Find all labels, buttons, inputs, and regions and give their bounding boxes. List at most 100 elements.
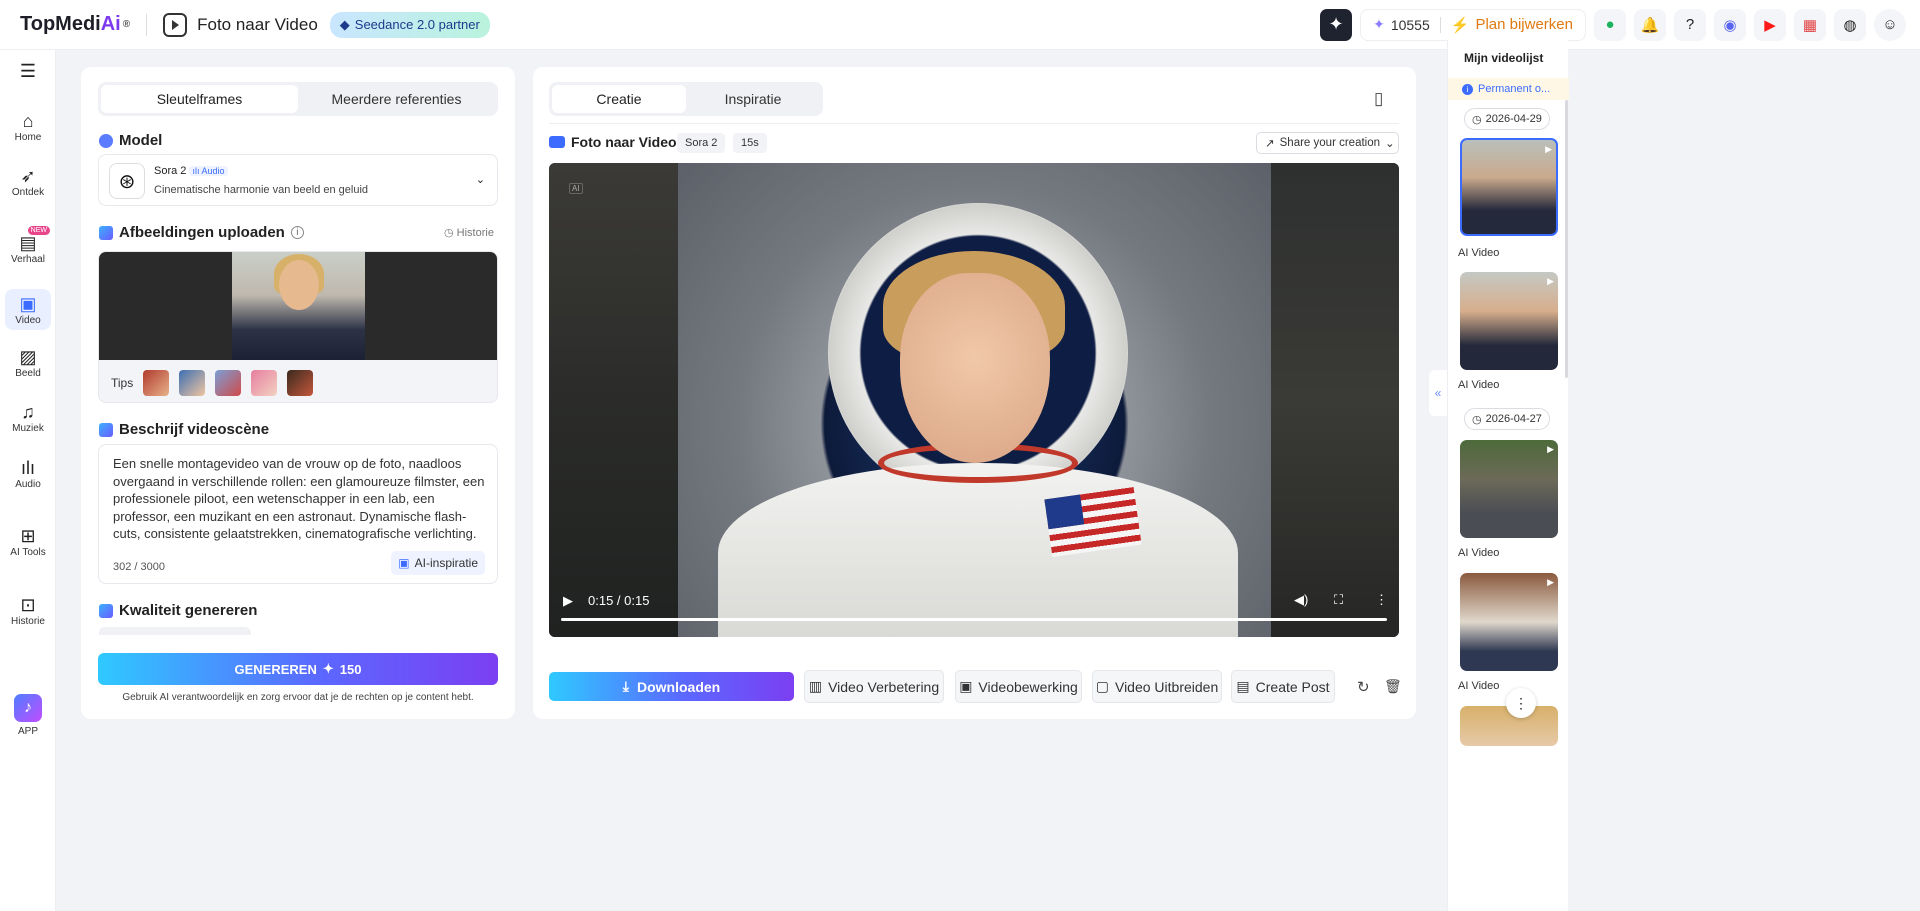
help-icon[interactable]: ? <box>1674 8 1706 41</box>
video-thumbnail[interactable]: ▶ <box>1460 138 1558 236</box>
download-button[interactable]: ⤓ Downloaden <box>549 672 794 701</box>
info-icon[interactable]: i <box>290 226 304 239</box>
permanent-notice[interactable]: i Permanent o... <box>1448 78 1569 100</box>
history-link[interactable]: ◷ Historie <box>444 226 494 239</box>
share-icon: ↗ <box>1265 138 1275 150</box>
volume-icon[interactable]: ◀) <box>1294 592 1308 608</box>
collapse-panel-icon[interactable]: « <box>1429 370 1447 416</box>
sidebar-item-verhaal[interactable]: NEW ▤ Verhaal <box>0 226 56 265</box>
video-enhance-button[interactable]: ▥ Video Verbetering <box>804 670 944 703</box>
ai-icon: ▣ <box>398 556 410 570</box>
sidebar-item-audio[interactable]: ılı Audio <box>0 457 56 490</box>
video-section-title: Foto naar Video <box>571 134 677 150</box>
video-thumbnail[interactable]: ▶ <box>1460 573 1558 671</box>
scrollbar[interactable] <box>1565 100 1568 378</box>
tab-creatie[interactable]: Creatie <box>552 85 686 113</box>
tip-thumbnail[interactable] <box>143 370 170 396</box>
create-post-button[interactable]: ▤ Create Post <box>1231 670 1335 703</box>
share-dropdown[interactable]: ↗ Share your creation ⌄ <box>1256 132 1399 154</box>
progress-bar[interactable] <box>561 618 1387 621</box>
fullscreen-icon[interactable]: ⛶ <box>1334 592 1343 608</box>
sidebar-item-home[interactable]: ⌂ Home <box>0 110 56 143</box>
notice-text: Permanent o... <box>1478 83 1551 95</box>
video-list-title: Mijn videolijst <box>1464 51 1544 65</box>
upgrade-plan-link[interactable]: Plan bijwerken <box>1475 16 1573 33</box>
sidebar-item-ai-tools[interactable]: ⊞ AI Tools <box>0 525 56 558</box>
video-edit-button[interactable]: ▣ Videobewerking <box>955 670 1082 703</box>
sidebar-item-historie[interactable]: ⊡ Historie <box>0 594 56 627</box>
blurred-background-right <box>1271 163 1399 637</box>
sidebar-item-app[interactable]: ♪ APP <box>0 694 56 737</box>
video-thumbnail[interactable]: ▶ <box>1460 272 1558 370</box>
sidebar-toggle[interactable]: ☰ <box>0 60 56 82</box>
discount-icon[interactable]: ● <box>1594 8 1626 41</box>
enhance-icon: ▥ <box>808 678 823 694</box>
scene-heading: Beschrijf videoscène <box>99 421 269 438</box>
delete-icon[interactable]: 🗑 <box>1384 678 1402 695</box>
logo-reg: ® <box>122 19 131 30</box>
play-icon: ▶ <box>1547 276 1554 286</box>
credits-widget[interactable]: ✦ 10555 ⚡ Plan bijwerken <box>1360 8 1586 41</box>
sidebar-item-label: Beeld <box>15 368 41 379</box>
clock-icon: ◷ <box>1472 413 1482 426</box>
logo[interactable]: TopMedi Ai ® <box>20 13 130 36</box>
model-name: Sora 2 <box>154 165 187 177</box>
tab-meerdere-referenties[interactable]: Meerdere referenties <box>298 85 495 113</box>
divider <box>146 13 148 36</box>
edit-icon <box>99 422 113 437</box>
tab-inspiratie[interactable]: Inspiratie <box>686 85 820 113</box>
sparkle-icon[interactable]: ✦ <box>1320 8 1353 41</box>
language-icon[interactable]: ◍ <box>1834 8 1866 41</box>
model-icon <box>99 133 113 148</box>
clock-icon: ◷ <box>1472 113 1482 126</box>
calendar-icon[interactable]: ▦ <box>1794 8 1826 41</box>
avatar[interactable]: ☺ <box>1874 8 1906 41</box>
prompt-text[interactable]: Een snelle montagevideo van de vrouw op … <box>113 455 485 543</box>
model-selector[interactable]: ⊛ Sora 2 ılı Audio Cinematische harmonie… <box>98 154 498 206</box>
sidebar-item-beeld[interactable]: ▨ Beeld <box>0 346 56 379</box>
ai-inspiration-button[interactable]: ▣ AI-inspiratie <box>391 551 485 575</box>
tip-thumbnail[interactable] <box>287 370 314 396</box>
quality-selector[interactable] <box>99 627 251 635</box>
upload-title: Afbeeldingen uploaden <box>119 224 285 241</box>
generate-button[interactable]: GENEREREN ✦ 150 <box>98 653 498 685</box>
edit-video-icon: ▣ <box>959 678 973 694</box>
video-label: AI Video <box>1458 379 1500 391</box>
video-player[interactable]: AI ▶ 0:15 / 0:15 ◀) ⛶ ⋮ <box>549 163 1399 637</box>
date-chip: ◷ 2026-04-29 <box>1464 108 1550 130</box>
more-options-icon[interactable]: ⋮ <box>1506 688 1536 718</box>
quality-title: Kwaliteit genereren <box>119 602 258 619</box>
sidebar-item-video[interactable]: ▣ Video <box>5 289 51 330</box>
action-label: Videobewerking <box>978 678 1078 695</box>
tab-sleutelframes[interactable]: Sleutelframes <box>101 85 298 113</box>
partner-badge[interactable]: ◆ Seedance 2.0 partner <box>329 11 490 38</box>
video-thumbnail[interactable]: ▶ <box>1460 440 1558 538</box>
tip-thumbnail[interactable] <box>251 370 278 396</box>
app-icon: ♪ <box>14 694 42 722</box>
tip-thumbnail[interactable] <box>179 370 206 396</box>
download-label: Downloaden <box>636 678 721 695</box>
document-icon[interactable]: ▯ <box>1374 89 1383 109</box>
ai-watermark: AI <box>569 183 583 194</box>
play-icon[interactable]: ▶ <box>563 593 573 609</box>
sidebar-item-muziek[interactable]: ♫ Muziek <box>0 401 56 434</box>
bell-icon[interactable]: 🔔 <box>1634 8 1666 41</box>
discord-icon[interactable]: ◉ <box>1714 8 1746 41</box>
upload-area[interactable]: Tips <box>98 251 498 403</box>
sparkle-icon: ✦ <box>322 661 334 676</box>
prompt-textarea[interactable]: Een snelle montagevideo van de vrouw op … <box>98 444 498 584</box>
duration-chip: 15s <box>733 133 767 153</box>
sidebar-item-ontdek[interactable]: ➶ Ontdek <box>0 165 56 198</box>
post-icon: ▤ <box>1236 678 1250 694</box>
youtube-icon[interactable]: ▶ <box>1754 8 1786 41</box>
home-icon: ⌂ <box>22 111 34 131</box>
sidebar-item-label: Home <box>14 132 42 143</box>
more-options-icon[interactable]: ⋮ <box>1375 592 1388 608</box>
video-extend-button[interactable]: ▢ Video Uitbreiden <box>1092 670 1222 703</box>
regenerate-icon[interactable]: ↻ <box>1357 678 1370 696</box>
ai-inspiration-label: AI-inspiratie <box>414 556 478 570</box>
quality-icon <box>99 603 113 618</box>
tip-thumbnail[interactable] <box>215 370 242 396</box>
disclaimer-text: Gebruik AI verantwoordelijk en zorg ervo… <box>122 692 474 703</box>
sidebar-item-label: Video <box>15 315 41 326</box>
